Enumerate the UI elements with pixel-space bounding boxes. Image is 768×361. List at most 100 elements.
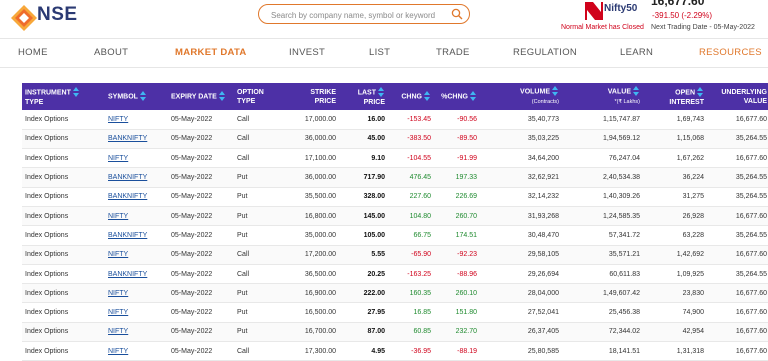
table-body: Index Options NIFTY 05-May-2022 Call 17,000.… [22, 110, 768, 361]
sort-icon[interactable] [218, 91, 226, 102]
cell-symbol[interactable]: NIFTY [105, 110, 168, 129]
col-expiry-date[interactable]: EXPIRY DATE [168, 83, 234, 110]
cell-instrument-type: Index Options [25, 328, 69, 336]
cell-underlying-value: 35,264.55 [735, 231, 767, 239]
cell-symbol[interactable]: BANKNIFTY [105, 129, 168, 148]
table-row: Index Options NIFTY 05-May-2022 Put 16,800.0… [22, 206, 768, 226]
cell-option-type: Put [237, 231, 248, 239]
cell-chng: 476.45 [409, 174, 431, 182]
cell-symbol[interactable]: NIFTY [105, 342, 168, 361]
cell-instrument-type: Index Options [25, 115, 69, 123]
search-input[interactable] [269, 7, 453, 23]
table-row: Index Options NIFTY 05-May-2022 Call 17,000.… [22, 110, 768, 130]
cell-symbol[interactable]: BANKNIFTY [105, 264, 168, 283]
col-value[interactable]: VALUE *(₹ Lakhs) [562, 83, 643, 110]
cell-volume: 32,14,232 [527, 193, 559, 201]
col-pchng[interactable]: %CHNG [434, 83, 480, 110]
cell-pchng: -88.19 [457, 347, 477, 355]
cell-strike-price: 16,800.00 [304, 212, 336, 220]
cell-volume: 35,03,225 [527, 135, 559, 143]
cell-instrument-type: Index Options [25, 174, 69, 182]
table-row: Index Options BANKNIFTY 05-May-2022 Call 36,… [22, 129, 768, 149]
cell-option-type: Call [237, 115, 250, 123]
cell-option-type: Call [237, 135, 250, 143]
sort-icon[interactable] [139, 91, 147, 102]
cell-instrument-type: Index Options [25, 309, 69, 317]
sort-icon[interactable] [633, 86, 640, 97]
cell-value: 25,456.38 [608, 309, 640, 317]
cell-option-type: Put [237, 193, 248, 201]
cell-symbol[interactable]: NIFTY [105, 149, 168, 168]
cell-symbol[interactable]: BANKNIFTY [105, 168, 168, 187]
nav-about[interactable]: ABOUT [94, 47, 128, 58]
col-open-interest[interactable]: OPEN INTEREST [643, 83, 707, 110]
nav-resources[interactable]: RESOURCES [699, 47, 762, 58]
main-nav: HOME ABOUT MARKET DATA INVEST LIST TRADE… [0, 38, 768, 68]
cell-expiry-date: 05-May-2022 [171, 174, 213, 182]
nav-regulation[interactable]: REGULATION [513, 47, 577, 58]
cell-expiry-date: 05-May-2022 [171, 309, 213, 317]
nav-invest[interactable]: INVEST [289, 47, 325, 58]
nav-learn[interactable]: LEARN [620, 47, 653, 58]
cell-strike-price: 36,000.00 [304, 135, 336, 143]
col-symbol[interactable]: SYMBOL [105, 83, 168, 110]
cell-symbol[interactable]: NIFTY [105, 303, 168, 322]
sort-icon[interactable] [470, 91, 477, 102]
col-volume[interactable]: VOLUME (Contracts) [480, 83, 562, 110]
col-underlying-value[interactable]: UNDERLYING VALUE [707, 83, 768, 110]
cell-open-interest: 1,42,692 [676, 251, 704, 259]
top-header: NSE Nifty50 Normal Market has Closed 16,… [0, 0, 768, 38]
cell-symbol[interactable]: NIFTY [105, 322, 168, 341]
cell-pchng: -88.96 [457, 270, 477, 278]
cell-symbol[interactable]: NIFTY [105, 206, 168, 225]
nav-trade[interactable]: TRADE [436, 47, 470, 58]
cell-expiry-date: 05-May-2022 [171, 135, 213, 143]
col-strike-price[interactable]: STRIKE PRICE [279, 83, 339, 110]
cell-chng: 227.60 [409, 193, 431, 201]
cell-symbol[interactable]: BANKNIFTY [105, 187, 168, 206]
nifty-change: -391.50 (-2.29%) [652, 11, 713, 20]
search-box[interactable] [258, 4, 470, 24]
next-trading-date: Next Trading Date - 05-May-2022 [651, 24, 755, 31]
cell-last-price: 16.00 [367, 115, 385, 123]
cell-strike-price: 17,200.00 [304, 251, 336, 259]
col-chng[interactable]: CHNG [388, 83, 434, 110]
cell-symbol[interactable]: NIFTY [105, 284, 168, 303]
sort-icon[interactable] [424, 91, 431, 102]
col-last-price[interactable]: LAST PRICE [339, 83, 388, 110]
cell-expiry-date: 05-May-2022 [171, 347, 213, 355]
nav-market-data[interactable]: MARKET DATA [175, 47, 247, 58]
cell-open-interest: 74,900 [682, 309, 704, 317]
search-icon[interactable] [451, 8, 463, 20]
cell-underlying-value: 16,677.60 [735, 212, 767, 220]
sort-icon[interactable] [552, 86, 559, 97]
cell-expiry-date: 05-May-2022 [171, 251, 213, 259]
sort-icon[interactable] [378, 86, 385, 98]
cell-value: 1,94,569.12 [603, 135, 640, 143]
cell-strike-price: 17,100.00 [304, 154, 336, 162]
cell-symbol[interactable]: NIFTY [105, 245, 168, 264]
cell-last-price: 145.00 [363, 212, 385, 220]
cell-last-price: 87.00 [367, 328, 385, 336]
cell-pchng: 232.70 [455, 328, 477, 336]
cell-symbol[interactable]: BANKNIFTY [105, 226, 168, 245]
cell-instrument-type: Index Options [25, 231, 69, 239]
cell-value: 76,247.04 [608, 154, 640, 162]
cell-instrument-type: Index Options [25, 270, 69, 278]
cell-option-type: Put [237, 309, 248, 317]
cell-underlying-value: 35,264.55 [735, 174, 767, 182]
nav-home[interactable]: HOME [18, 47, 48, 58]
sort-icon[interactable] [697, 86, 704, 98]
cell-last-price: 4.95 [371, 347, 385, 355]
col-option-type[interactable]: OPTION TYPE [234, 83, 279, 110]
cell-volume: 34,64,200 [527, 154, 559, 162]
cell-value: 57,341.72 [608, 231, 640, 239]
nav-list[interactable]: LIST [369, 47, 390, 58]
col-instrument-type[interactable]: INSTRUMENT TYPE [22, 83, 105, 110]
sort-icon[interactable] [72, 86, 80, 98]
cell-instrument-type: Index Options [25, 193, 69, 201]
cell-open-interest: 23,830 [682, 289, 704, 297]
cell-option-type: Call [237, 347, 250, 355]
table-row: Index Options NIFTY 05-May-2022 Call 17,300.… [22, 341, 768, 361]
cell-option-type: Put [237, 328, 248, 336]
